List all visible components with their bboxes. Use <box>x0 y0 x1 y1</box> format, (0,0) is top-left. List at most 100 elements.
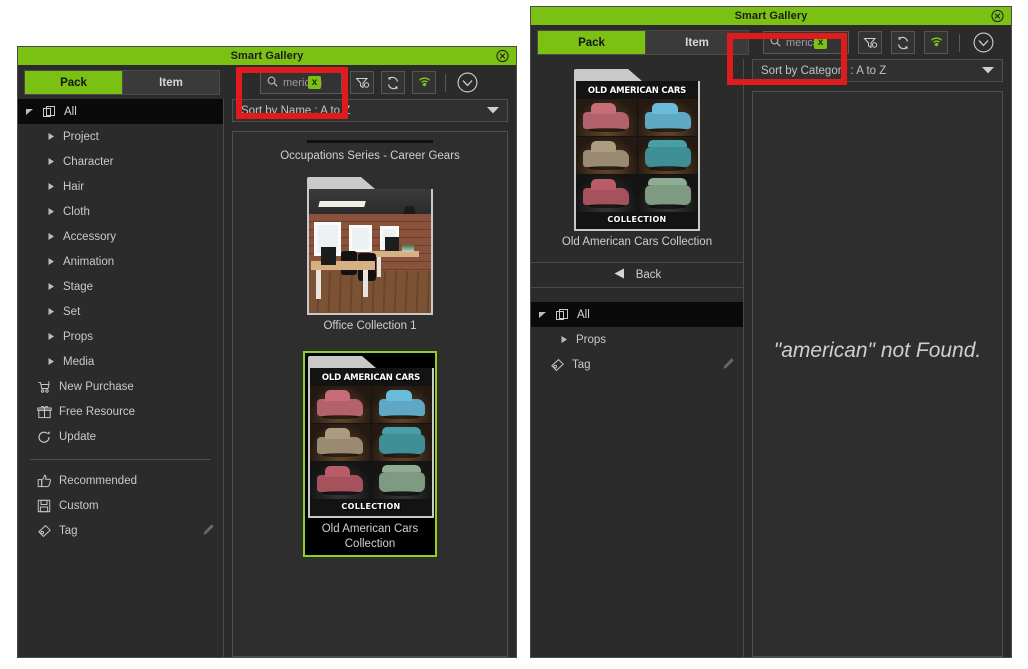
tree-item-recommended[interactable]: Recommended <box>18 468 223 493</box>
pencil-icon[interactable] <box>202 523 215 539</box>
tree-item-new-purchase-label: New Purchase <box>59 380 134 393</box>
tree-item-stage-label: Stage <box>63 280 94 293</box>
tree-item-animation[interactable]: Animation <box>18 249 223 274</box>
cars-art-header: OLD AMERICAN CARS <box>587 86 687 96</box>
caret-collapsed-icon <box>46 357 56 366</box>
tree-item-accessory-label: Accessory <box>63 230 117 243</box>
tree-item-new-purchase[interactable]: New Purchase <box>18 374 223 399</box>
tree-item-animation-label: Animation <box>63 255 115 268</box>
tab-pack[interactable]: Pack <box>537 30 645 55</box>
tree-item-all-label: All <box>577 308 590 321</box>
refresh-arrow-icon <box>36 430 52 444</box>
tree-item-project-label: Project <box>63 130 99 143</box>
item-grid-empty[interactable]: "american" not Found. <box>752 91 1003 657</box>
search-icon <box>267 74 278 92</box>
caret-collapsed-icon <box>46 332 56 341</box>
tree-item-hair-label: Hair <box>63 180 85 193</box>
cars-artwork: OLD AMERICAN CARS COLLECTION <box>310 368 432 516</box>
pack-grid[interactable]: Occupations Series - Career Gears Office… <box>232 131 508 657</box>
office-artwork <box>309 189 431 313</box>
caret-collapsed-icon <box>46 232 56 241</box>
filter-settings-icon[interactable] <box>858 31 882 54</box>
tree-item-media[interactable]: Media <box>18 349 223 374</box>
pack-card-old-american-cars[interactable]: OLD AMERICAN CARS COLLECTION Old America… <box>303 351 437 557</box>
tab-item[interactable]: Item <box>122 70 220 95</box>
chevron-down-circle-icon[interactable] <box>971 31 995 54</box>
pack-card-office-label: Office Collection 1 <box>323 320 417 332</box>
refresh-icon[interactable] <box>381 71 405 94</box>
tree-item-cloth[interactable]: Cloth <box>18 199 223 224</box>
caret-collapsed-icon <box>46 132 56 141</box>
tree-item-free-resource[interactable]: Free Resource <box>18 399 223 424</box>
back-button[interactable]: Back <box>531 262 743 288</box>
caret-collapsed-icon <box>46 257 56 266</box>
caret-collapsed-icon <box>46 157 56 166</box>
back-triangle-icon <box>613 267 626 283</box>
pack-thumbnail-office <box>307 189 433 315</box>
group-rule <box>307 140 433 143</box>
folder-graphic: OLD AMERICAN CARS COLLECTION <box>574 69 700 231</box>
left-tab-group: Pack Item <box>24 70 220 95</box>
selected-pack-preview[interactable]: OLD AMERICAN CARS COLLECTION Old America… <box>531 59 743 258</box>
tab-pack[interactable]: Pack <box>24 70 122 95</box>
thumbs-up-icon <box>36 474 52 488</box>
folder-tab <box>308 356 376 368</box>
tree-item-character-label: Character <box>63 155 114 168</box>
search-input[interactable]: merican x <box>260 71 342 94</box>
tree-item-update[interactable]: Update <box>18 424 223 449</box>
left-smart-gallery-window: Smart Gallery Pack Item merican x All Pr… <box>17 46 517 658</box>
right-tab-group: Pack Item <box>537 30 749 55</box>
tree-item-character[interactable]: Character <box>18 149 223 174</box>
filter-settings-icon[interactable] <box>350 71 374 94</box>
selected-pack-label: Old American Cars Collection <box>561 236 713 248</box>
sort-dropdown[interactable]: Sort by Category : A to Z <box>752 59 1003 82</box>
tab-item-label: Item <box>159 76 183 89</box>
tag-icon <box>549 358 565 372</box>
search-clear-button[interactable]: x <box>814 36 827 49</box>
tree-item-custom[interactable]: Custom <box>18 493 223 518</box>
gift-icon <box>36 405 52 419</box>
caret-expanded-icon <box>24 107 34 116</box>
close-icon[interactable] <box>496 49 509 63</box>
tree-item-props[interactable]: Props <box>18 324 223 349</box>
right-window-title: Smart Gallery <box>734 10 808 22</box>
tree-item-all[interactable]: All <box>531 302 743 327</box>
tree-item-custom-label: Custom <box>59 499 99 512</box>
pack-card-cars-label: Old American Cars Collection <box>321 523 419 550</box>
tree-item-cloth-label: Cloth <box>63 205 90 218</box>
caret-collapsed-icon <box>46 182 56 191</box>
tree-item-update-label: Update <box>59 430 97 443</box>
right-split: OLD AMERICAN CARS COLLECTION Old America… <box>531 59 1011 657</box>
chevron-down-circle-icon[interactable] <box>455 71 479 94</box>
group-title-occupations: Occupations Series - Career Gears <box>280 150 460 162</box>
tree-item-set[interactable]: Set <box>18 299 223 324</box>
search-icon <box>770 34 781 52</box>
tree-item-props[interactable]: Props <box>531 327 743 352</box>
left-toolbar: Pack Item merican x <box>18 65 516 99</box>
left-window-body: Pack Item merican x All Project Characte… <box>18 65 516 657</box>
folder-tab <box>574 69 642 81</box>
search-input[interactable]: merican x <box>763 31 849 54</box>
chevron-down-icon <box>487 105 499 117</box>
broadcast-icon[interactable] <box>412 71 436 94</box>
tree-item-accessory[interactable]: Accessory <box>18 224 223 249</box>
sort-dropdown[interactable]: Sort by Name : A to Z <box>232 99 508 122</box>
right-toolbar: Pack Item merican x <box>531 25 1011 59</box>
close-icon[interactable] <box>991 9 1004 23</box>
search-clear-button[interactable]: x <box>308 76 321 89</box>
tree-item-project[interactable]: Project <box>18 124 223 149</box>
tree-item-tag[interactable]: Tag <box>18 518 223 543</box>
refresh-icon[interactable] <box>891 31 915 54</box>
screenshot-root: Smart Gallery Pack Item merican x All Pr… <box>0 0 1028 669</box>
broadcast-icon[interactable] <box>924 31 948 54</box>
tab-item[interactable]: Item <box>645 30 749 55</box>
tree-item-stage[interactable]: Stage <box>18 274 223 299</box>
tree-item-tag-label: Tag <box>572 358 591 371</box>
sort-dropdown-label: Sort by Name : A to Z <box>241 104 351 117</box>
tree-item-all[interactable]: All <box>18 99 223 124</box>
tree-item-tag[interactable]: Tag <box>531 352 743 377</box>
tree-item-hair[interactable]: Hair <box>18 174 223 199</box>
pack-card-office[interactable]: Office Collection 1 <box>303 174 437 337</box>
pencil-icon[interactable] <box>722 357 735 373</box>
cars-art-footer: COLLECTION <box>341 502 401 511</box>
